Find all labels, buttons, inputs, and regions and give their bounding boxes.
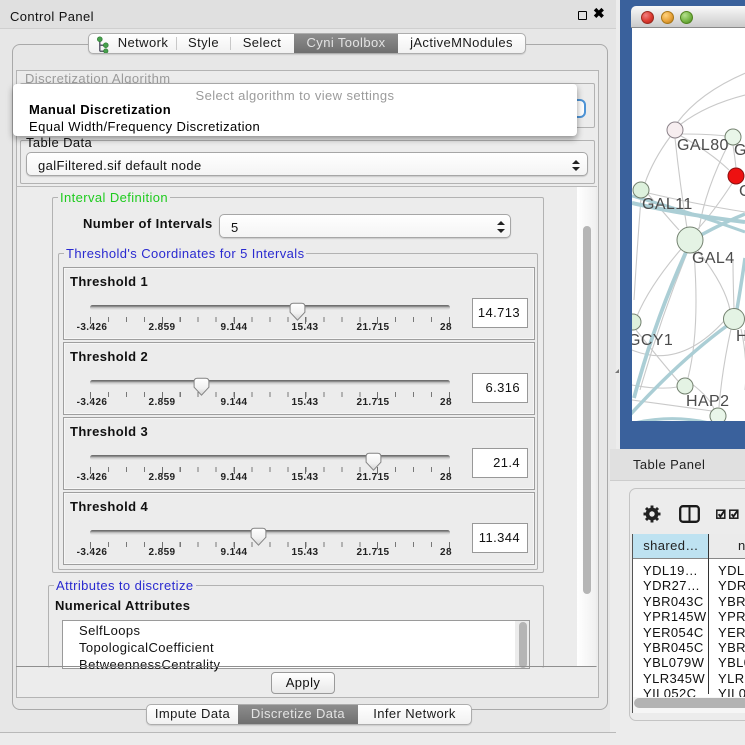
svg-text:GAL4: GAL4: [692, 250, 735, 267]
svg-text:G: G: [734, 142, 745, 159]
svg-text:GAL80: GAL80: [677, 137, 729, 154]
svg-text:H: H: [736, 328, 745, 345]
svg-text:GCY1: GCY1: [632, 332, 673, 349]
svg-text:C: C: [739, 183, 745, 200]
svg-text:HAP2: HAP2: [686, 393, 729, 410]
svg-text:GAL11: GAL11: [642, 196, 693, 213]
